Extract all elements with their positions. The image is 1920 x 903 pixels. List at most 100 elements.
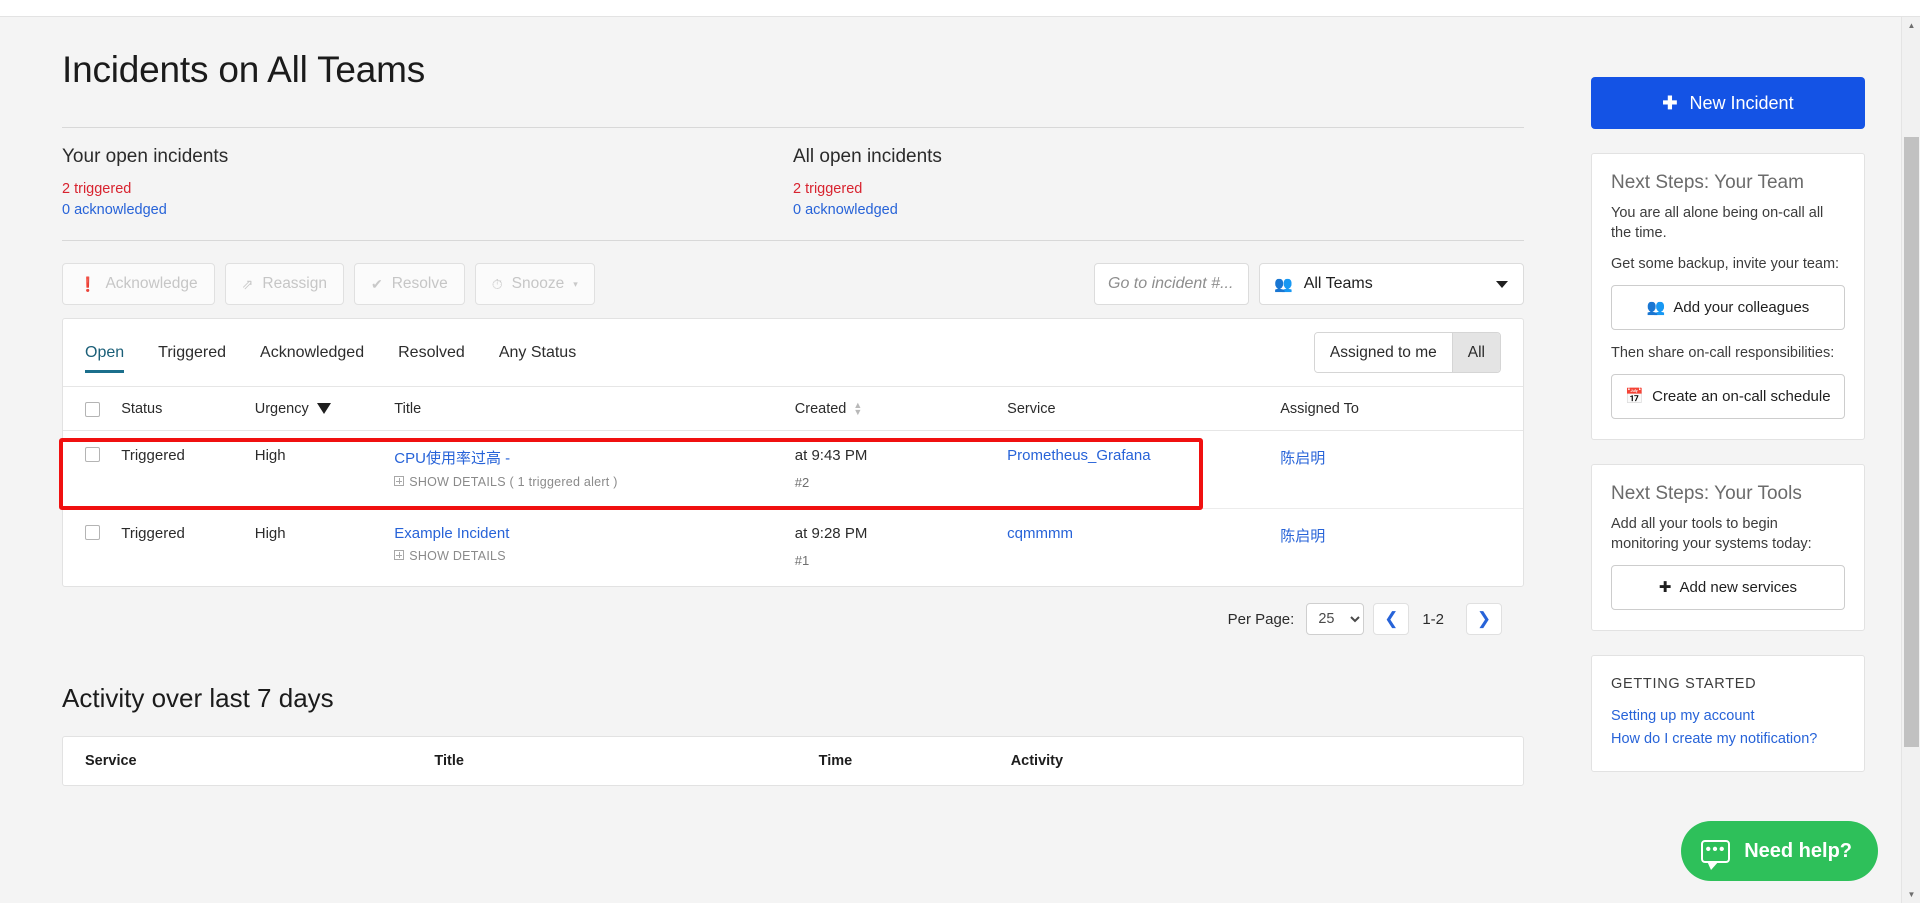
sort-icon[interactable]: ▲ ▼ xyxy=(853,401,863,417)
column-created[interactable]: Created ▲ ▼ xyxy=(794,387,1008,431)
summary-divider xyxy=(62,240,1524,241)
your-open-incidents: Your open incidents 2 triggered 0 acknow… xyxy=(62,146,793,221)
activity-section-title: Activity over last 7 days xyxy=(62,683,334,713)
plus-icon: ✚ xyxy=(1662,92,1678,113)
all-acknowledged-count[interactable]: 0 acknowledged xyxy=(793,200,1524,221)
filter-all[interactable]: All xyxy=(1451,333,1500,372)
status-tabs: Open Triggered Acknowledged Resolved Any… xyxy=(63,319,1523,387)
getting-started-link[interactable]: How do I create my notification? xyxy=(1611,728,1845,751)
chat-bubble-icon: ••• xyxy=(1701,839,1731,870)
row-created-cell: at 9:28 PM #1 xyxy=(795,509,1007,587)
acknowledge-button-label: Acknowledge xyxy=(105,275,198,292)
chevron-down-icon xyxy=(1496,280,1508,288)
team-card-body-1: You are all alone being on-call all the … xyxy=(1611,205,1824,241)
row-checkbox[interactable] xyxy=(85,525,100,540)
per-page-select[interactable]: 25 50 100 xyxy=(1306,603,1365,635)
page-scrollbar[interactable]: ▲ ▼ xyxy=(1901,17,1920,903)
column-title[interactable]: Title xyxy=(394,387,795,431)
row-status: Triggered xyxy=(121,430,255,509)
table-row[interactable]: Triggered High CPU使用率过高 - SHOW DETAILS (… xyxy=(63,430,1523,509)
show-details-toggle[interactable]: SHOW DETAILS xyxy=(394,549,794,563)
team-selector[interactable]: 👥 All Teams xyxy=(1259,263,1524,305)
need-help-widget[interactable]: ••• Need help? xyxy=(1681,821,1878,881)
add-services-label: Add new services xyxy=(1679,579,1798,596)
table-row[interactable]: Triggered High Example Incident SHOW DET… xyxy=(63,509,1523,587)
your-triggered-count[interactable]: 2 triggered xyxy=(62,179,793,200)
row-title-cell: CPU使用率过高 - SHOW DETAILS ( 1 triggered al… xyxy=(394,430,795,509)
goto-incident-input[interactable] xyxy=(1094,263,1249,305)
incident-summary: Your open incidents 2 triggered 0 acknow… xyxy=(62,128,1524,221)
scroll-up-arrow[interactable]: ▲ xyxy=(1902,17,1920,34)
tools-card-heading: Next Steps: Your Tools xyxy=(1611,483,1802,504)
expand-icon xyxy=(394,476,405,486)
all-triggered-count[interactable]: 2 triggered xyxy=(793,179,1524,200)
service-link[interactable]: Prometheus_Grafana xyxy=(1007,447,1150,464)
scrollbar-thumb[interactable] xyxy=(1904,137,1919,747)
right-sidebar: ✚ New Incident Next Steps: Your Team You… xyxy=(1591,77,1865,772)
table-header-row: Status Urgency Title Created ▲ ▼ Service A… xyxy=(63,387,1523,431)
column-urgency[interactable]: Urgency xyxy=(254,387,395,431)
scroll-down-arrow[interactable]: ▼ xyxy=(1902,886,1920,903)
row-assignee-cell: 陈启明 xyxy=(1280,430,1523,509)
row-select-cell xyxy=(63,430,122,509)
create-schedule-button[interactable]: 📅 Create an on-call schedule xyxy=(1611,374,1845,419)
row-checkbox[interactable] xyxy=(85,447,100,462)
show-details-label: SHOW DETAILS ( 1 triggered alert ) xyxy=(409,475,618,489)
filter-icon[interactable] xyxy=(316,403,331,414)
column-assigned-to[interactable]: Assigned To xyxy=(1280,387,1523,431)
incident-title-link[interactable]: CPU使用率过高 - xyxy=(394,447,794,468)
filter-assigned-to-me[interactable]: Assigned to me xyxy=(1314,333,1452,372)
activity-column-activity: Activity xyxy=(1010,753,1064,769)
team-card-body-2: Get some backup, invite your team: xyxy=(1611,256,1840,272)
column-status[interactable]: Status xyxy=(121,387,255,431)
acknowledge-button[interactable]: ❗ Acknowledge xyxy=(62,263,215,305)
add-colleagues-button[interactable]: 👥 Add your colleagues xyxy=(1611,285,1845,330)
tab-triggered[interactable]: Triggered xyxy=(158,319,226,387)
activity-column-time: Time xyxy=(818,753,853,769)
service-link[interactable]: cqmmmm xyxy=(1007,525,1073,542)
browser-chrome-strip xyxy=(0,0,1920,17)
assignee-link[interactable]: 陈启明 xyxy=(1280,528,1325,545)
row-title-cell: Example Incident SHOW DETAILS xyxy=(394,509,794,587)
reassign-button[interactable]: ⇗ Reassign xyxy=(224,263,344,305)
main-content: Incidents on All Teams Your open inciden… xyxy=(59,17,1524,786)
tab-any-status[interactable]: Any Status xyxy=(499,319,576,387)
prev-page-button[interactable]: ❮ xyxy=(1373,603,1410,635)
show-details-toggle[interactable]: SHOW DETAILS ( 1 triggered alert ) xyxy=(394,475,794,489)
next-steps-tools-card: Next Steps: Your Tools Add all your tool… xyxy=(1591,464,1865,631)
column-urgency-label: Urgency xyxy=(254,401,309,417)
page-title: Incidents on All Teams xyxy=(62,49,426,90)
per-page-label: Per Page: xyxy=(1227,610,1295,628)
tab-acknowledged[interactable]: Acknowledged xyxy=(260,319,364,387)
toolbar-right-group: 👥 All Teams xyxy=(1094,263,1524,305)
snooze-button-label: Snooze xyxy=(511,275,565,292)
activity-column-service: Service xyxy=(85,753,137,769)
your-acknowledged-count[interactable]: 0 acknowledged xyxy=(62,200,793,221)
reassign-button-label: Reassign xyxy=(262,275,327,292)
incidents-table: Status Urgency Title Created ▲ ▼ Service A… xyxy=(63,387,1523,586)
new-incident-button[interactable]: ✚ New Incident xyxy=(1591,77,1865,129)
all-open-incidents-heading: All open incidents xyxy=(793,146,942,167)
next-page-button[interactable]: ❯ xyxy=(1466,603,1502,635)
select-all-checkbox[interactable] xyxy=(85,401,100,417)
resolve-button[interactable]: ✔ Resolve xyxy=(354,263,465,305)
tab-resolved[interactable]: Resolved xyxy=(398,319,465,387)
tab-open[interactable]: Open xyxy=(85,319,125,387)
row-status: Triggered xyxy=(121,525,185,542)
column-service[interactable]: Service xyxy=(1007,387,1281,431)
page-body: Incidents on All Teams Your open inciden… xyxy=(0,17,1901,903)
row-incident-number: #1 xyxy=(794,553,810,568)
getting-started-link[interactable]: Setting up my account xyxy=(1611,705,1845,728)
users-icon: 👥 xyxy=(1274,276,1293,293)
snooze-button[interactable]: ⏱ Snooze ▾ xyxy=(474,263,595,305)
check-icon: ✔ xyxy=(371,275,383,292)
plus-icon: ✚ xyxy=(1658,579,1672,596)
add-services-button[interactable]: ✚ Add new services xyxy=(1611,565,1845,610)
show-details-label: SHOW DETAILS xyxy=(409,549,506,563)
incident-title-link[interactable]: Example Incident xyxy=(394,525,794,542)
assignee-link[interactable]: 陈启明 xyxy=(1280,450,1325,467)
incidents-panel: Open Triggered Acknowledged Resolved Any… xyxy=(59,318,1524,587)
incident-actions-toolbar: ❗ Acknowledge ⇗ Reassign ✔ Resolve ⏱ Sno… xyxy=(62,263,1524,305)
create-schedule-label: Create an on-call schedule xyxy=(1652,388,1831,405)
row-service-cell: cqmmmm xyxy=(1007,509,1280,587)
